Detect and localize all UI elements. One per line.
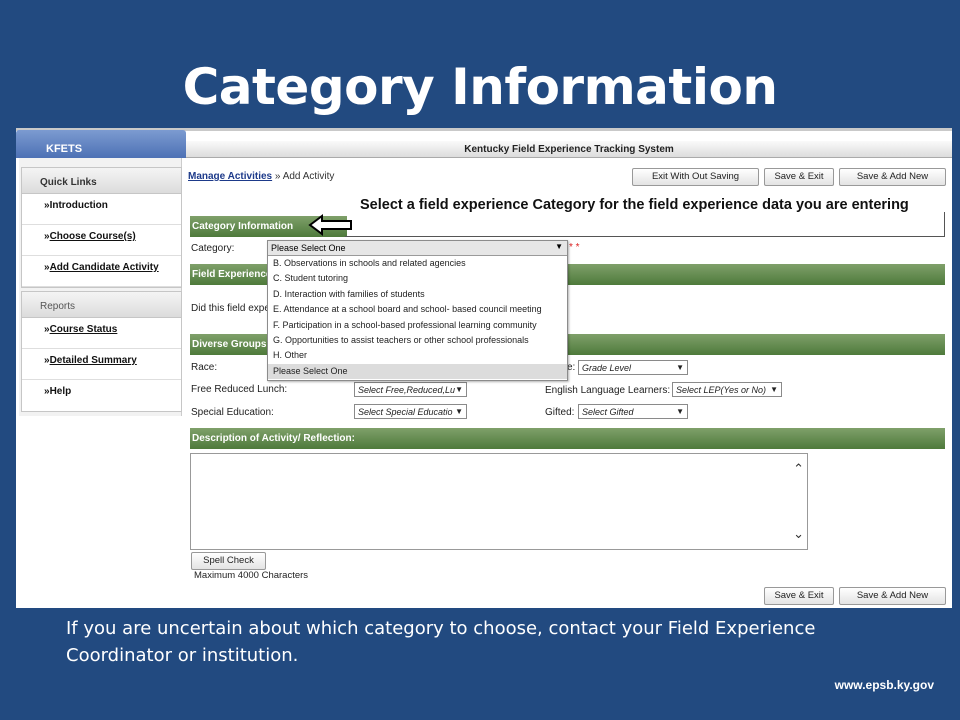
chevron-down-icon: ▼ — [455, 407, 463, 416]
chevron-down-icon: ▼ — [455, 385, 463, 394]
save-add-new-button[interactable]: Save & Add New — [839, 168, 946, 186]
kfets-tab[interactable]: KFETS — [16, 130, 186, 158]
section-bracket — [345, 212, 945, 237]
scroll-up-icon[interactable]: ⌃ — [793, 461, 804, 477]
nav-help-label: Help — [49, 386, 72, 397]
dropdown-option[interactable]: D. Interaction with families of students — [268, 287, 567, 302]
free-reduced-lunch-select[interactable]: Select Free,Reduced,Lu ▼ — [354, 382, 467, 397]
special-education-select[interactable]: Select Special Educatio ▼ — [354, 404, 467, 419]
nav-course-status-label: Course Status — [49, 324, 118, 335]
category-select[interactable]: Please Select One ▼ — [268, 241, 567, 256]
nav-detailed-summary-label: Detailed Summary — [49, 355, 137, 366]
required-marker: * * — [569, 242, 580, 253]
dropdown-option-selected[interactable]: Please Select One — [268, 363, 567, 380]
system-title-bar: Kentucky Field Experience Tracking Syste… — [186, 141, 952, 158]
gifted-select[interactable]: Select Gifted ▼ — [578, 404, 688, 419]
chevron-down-icon: ▼ — [676, 363, 684, 372]
dropdown-option[interactable]: B. Observations in schools and related a… — [268, 256, 567, 271]
nav-choose-courses-label: Choose Course(s) — [49, 231, 136, 242]
breadcrumb: Manage Activities » Add Activity — [188, 171, 334, 182]
nav-detailed-summary[interactable]: »Detailed Summary — [22, 349, 181, 380]
section-description: Description of Activity/ Reflection: — [190, 428, 945, 449]
quick-links-title: Quick Links — [22, 168, 181, 194]
category-label: Category: — [191, 243, 235, 254]
arrow-left-icon — [308, 214, 352, 236]
slide-title: Category Information — [182, 58, 778, 116]
spell-check-button[interactable]: Spell Check — [191, 552, 266, 570]
gifted-value: Select Gifted — [582, 407, 634, 417]
max-characters-note: Maximum 4000 Characters — [194, 570, 309, 581]
race-label: Race: — [191, 362, 218, 373]
quick-links-panel: Quick Links »Introduction »Choose Course… — [21, 167, 182, 288]
save-add-new-button-bottom[interactable]: Save & Add New — [839, 587, 946, 605]
category-dropdown[interactable]: Please Select One ▼ B. Observations in sc… — [267, 240, 568, 381]
footer-url: www.epsb.ky.gov — [834, 678, 934, 692]
dropdown-option[interactable]: H. Other — [268, 348, 567, 363]
breadcrumb-manage-activities[interactable]: Manage Activities — [188, 171, 272, 182]
scroll-down-icon[interactable]: ⌄ — [793, 526, 804, 542]
nav-help[interactable]: »Help — [22, 380, 181, 411]
nav-add-candidate-activity-label: Add Candidate Activity — [49, 262, 159, 273]
breadcrumb-separator: » — [272, 171, 283, 182]
sidebar: Quick Links »Introduction »Choose Course… — [19, 158, 182, 416]
ell-select[interactable]: Select LEP(Yes or No) ▼ — [672, 382, 782, 397]
reports-title: Reports — [22, 292, 181, 318]
exit-without-saving-button[interactable]: Exit With Out Saving — [632, 168, 759, 186]
special-education-label: Special Education: — [191, 407, 274, 418]
dropdown-option[interactable]: C. Student tutoring — [268, 271, 567, 286]
gifted-label: Gifted: — [545, 407, 575, 418]
section-field-experience-label: Field Experience — [192, 269, 272, 280]
ell-label: English Language Learners: — [545, 385, 671, 396]
save-exit-button-bottom[interactable]: Save & Exit — [764, 587, 834, 605]
section-diverse-groups-label: Diverse Groups — [192, 339, 267, 350]
chevron-down-icon: ▼ — [676, 407, 684, 416]
nav-add-candidate-activity[interactable]: »Add Candidate Activity — [22, 256, 181, 287]
free-reduced-lunch-label: Free Reduced Lunch: — [191, 384, 288, 395]
nav-choose-courses[interactable]: »Choose Course(s) — [22, 225, 181, 256]
special-education-value: Select Special Educatio — [358, 407, 453, 417]
app-screenshot: KFETS Kentucky Field Experience Tracking… — [16, 128, 952, 608]
field-question-label: Did this field expe — [191, 303, 270, 314]
chevron-down-icon: ▼ — [555, 242, 563, 251]
dropdown-option[interactable]: F. Participation in a school-based profe… — [268, 318, 567, 333]
dropdown-option[interactable]: G. Opportunities to assist teachers or o… — [268, 333, 567, 348]
section-description-label: Description of Activity/ Reflection: — [192, 433, 355, 444]
ell-value: Select LEP(Yes or No) — [676, 385, 767, 395]
category-select-value: Please Select One — [271, 243, 346, 253]
section-category-label: Category Information — [192, 221, 294, 232]
nav-introduction[interactable]: »Introduction — [22, 194, 181, 225]
free-reduced-lunch-value: Select Free,Reduced,Lu — [358, 385, 456, 395]
nav-course-status[interactable]: »Course Status — [22, 318, 181, 349]
reports-panel: Reports »Course Status »Detailed Summary… — [21, 291, 182, 412]
nav-introduction-label: Introduction — [49, 200, 108, 211]
save-exit-button[interactable]: Save & Exit — [764, 168, 834, 186]
breadcrumb-current: Add Activity — [282, 171, 335, 182]
description-textarea[interactable]: ⌃ ⌄ — [190, 453, 808, 550]
grade-level-select[interactable]: Grade Level ▼ — [578, 360, 688, 375]
chevron-down-icon: ▼ — [770, 385, 778, 394]
dropdown-option[interactable]: E. Attendance at a school board and scho… — [268, 302, 567, 317]
slide-caption: If you are uncertain about which categor… — [66, 618, 816, 666]
grade-label: e: — [567, 362, 576, 373]
grade-level-value: Grade Level — [582, 363, 632, 373]
